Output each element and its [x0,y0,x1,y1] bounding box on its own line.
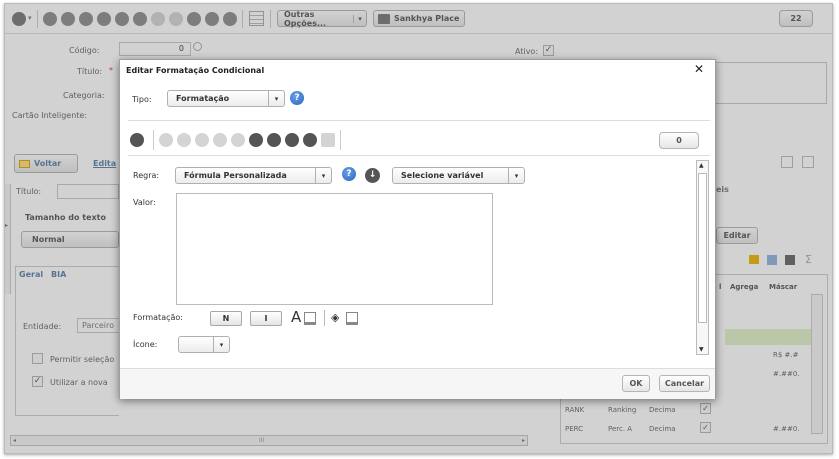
tipo-select[interactable]: Formatação ▾ [167,90,285,107]
ok-button[interactable]: OK [622,375,650,392]
chevron-down-icon: ▾ [268,91,284,106]
fill-color-swatch[interactable] [346,312,358,325]
bold-label: N [222,314,230,323]
icone-select[interactable]: ▾ [178,336,230,353]
chevron-down-icon: ▾ [315,168,331,183]
tipo-value: Formatação [176,94,230,103]
separator [324,310,325,326]
first-icon[interactable] [159,133,173,147]
cancel-icon[interactable] [285,133,299,147]
separator [153,130,154,150]
main-window: ▾ Outras Opções... ▾ Sankhya Place 22 Có… [4,3,833,454]
remove-icon[interactable] [249,133,263,147]
last-icon[interactable] [213,133,227,147]
dialog-count-value: 0 [676,136,682,145]
editar-formatacao-dialog: Editar Formatação Condicional ✕ Tipo: Fo… [119,59,716,399]
regra-label: Regra: [133,171,160,180]
dialog-title: Editar Formatação Condicional [126,66,265,75]
chevron-down-icon: ▾ [508,168,524,183]
chevron-down-icon: ▾ [213,337,229,352]
italic-button[interactable]: I [250,311,282,326]
valor-label: Valor: [133,198,156,207]
separator [340,130,341,150]
vertical-scrollbar[interactable]: ▲ ▼ [696,160,709,355]
icone-label: Ícone: [133,340,158,349]
scroll-down-icon[interactable]: ▼ [699,346,704,353]
add-icon[interactable] [231,133,245,147]
help-icon[interactable]: ? [290,91,304,105]
variable-info-icon[interactable]: ↓ [365,168,380,183]
fill-color-icon[interactable]: ◈ [331,311,339,324]
next-icon[interactable] [195,133,209,147]
help-icon[interactable]: ? [342,167,356,181]
divider [128,120,710,121]
variavel-select[interactable]: Selecione variável ▾ [392,167,525,184]
bold-button[interactable]: N [210,311,242,326]
check-icon[interactable] [267,133,281,147]
prev-icon[interactable] [177,133,191,147]
font-color-swatch[interactable] [304,312,316,325]
ok-label: OK [629,379,643,388]
regra-value: Fórmula Personalizada [184,171,287,180]
gear-icon[interactable] [130,133,144,147]
tipo-label: Tipo: [132,95,152,104]
formatacao-label: Formatação: [133,313,183,322]
valor-textarea[interactable] [176,193,493,305]
dialog-count-badge: 0 [659,132,699,149]
copy-icon[interactable] [321,133,335,147]
variavel-value: Selecione variável [401,171,484,180]
regra-select[interactable]: Fórmula Personalizada ▾ [175,167,332,184]
divider [128,155,710,156]
cancelar-label: Cancelar [664,379,705,388]
italic-label: I [264,314,268,323]
close-icon[interactable]: ✕ [694,62,704,76]
refresh-icon[interactable] [303,133,317,147]
scroll-thumb[interactable] [698,173,707,323]
font-color-icon[interactable]: A [291,308,301,326]
scroll-up-icon[interactable]: ▲ [699,162,704,169]
cancelar-button[interactable]: Cancelar [659,375,710,392]
